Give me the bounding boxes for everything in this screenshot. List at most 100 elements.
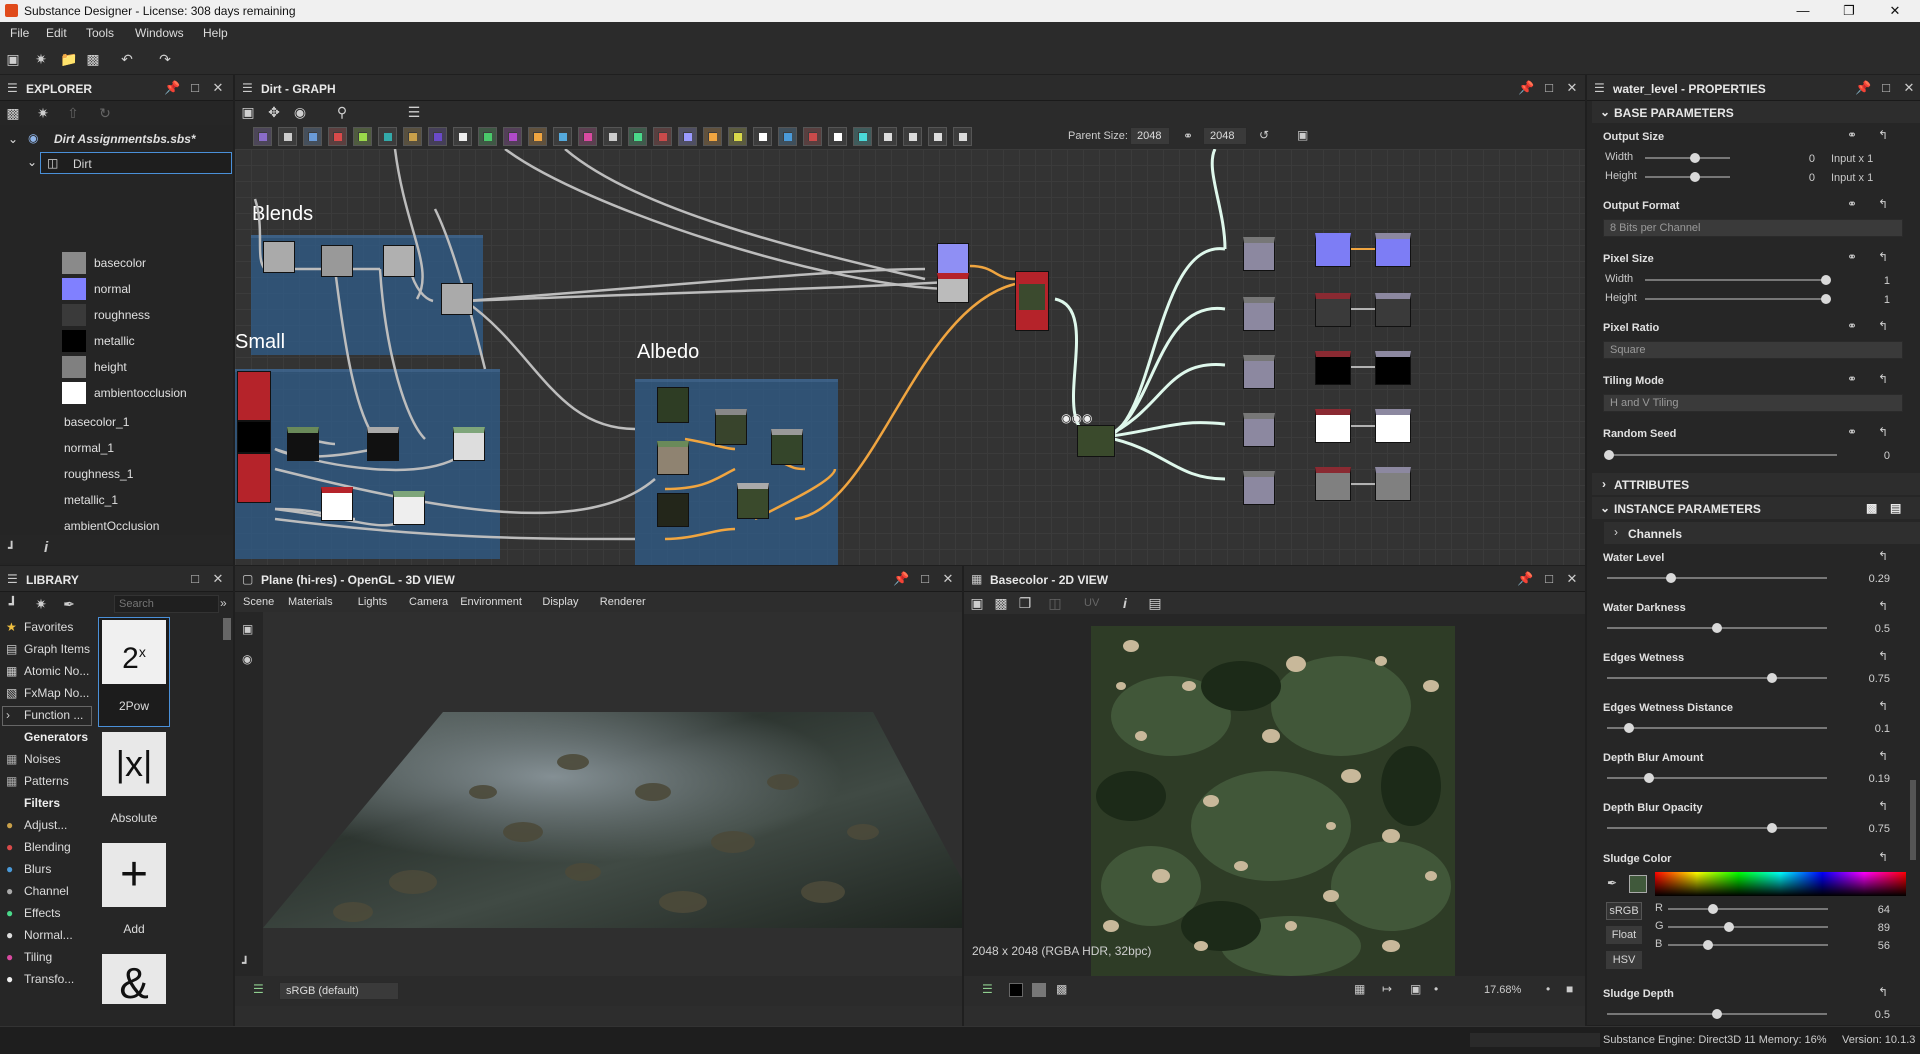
3d-menu-renderer[interactable]: Renderer <box>600 596 646 608</box>
library-group-generators[interactable]: Generators <box>24 730 88 744</box>
float-icon[interactable]: □ <box>917 571 933 587</box>
float-icon[interactable]: □ <box>187 80 203 96</box>
grid-icon[interactable]: ▦ <box>1354 982 1365 996</box>
graph-node[interactable] <box>937 273 969 303</box>
fit-icon[interactable]: ▣ <box>1410 982 1421 996</box>
new-graph-icon[interactable]: ✷ <box>34 104 52 122</box>
atomic-node-icon[interactable] <box>403 127 422 146</box>
properties-menu-icon[interactable]: ☰ <box>1594 81 1608 95</box>
color-mode-srgb[interactable]: sRGB <box>1606 902 1642 920</box>
graph-node[interactable] <box>321 487 353 521</box>
pin-icon[interactable]: 📌 <box>893 571 909 587</box>
2pow-function-icon[interactable]: 2x <box>102 620 166 684</box>
atomic-node-icon[interactable] <box>878 127 897 146</box>
pin-icon[interactable]: 📌 <box>1518 80 1534 96</box>
menu-tools[interactable]: Tools <box>86 26 114 40</box>
section-base-parameters[interactable]: ⌄ BASE PARAMETERS <box>1592 101 1920 123</box>
atomic-node-icon[interactable] <box>928 127 947 146</box>
atomic-node-icon[interactable] <box>478 127 497 146</box>
atomic-node-icon[interactable] <box>353 127 372 146</box>
input-item-roughness_1[interactable]: roughness_1 <box>64 467 133 481</box>
atomic-node-icon[interactable] <box>728 127 747 146</box>
atomic-node-icon[interactable] <box>653 127 672 146</box>
close-icon[interactable]: ✕ <box>1564 80 1580 96</box>
reset-param-icon[interactable]: ↰ <box>1878 549 1888 563</box>
graph-node[interactable] <box>657 441 689 475</box>
float-toggle[interactable]: Float <box>1606 926 1642 944</box>
link-params-icon[interactable]: ⚭ <box>1847 372 1857 386</box>
graph-node[interactable] <box>237 371 271 421</box>
menu-edit[interactable]: Edit <box>46 26 67 40</box>
library-group-filters[interactable]: Filters <box>24 796 60 810</box>
atomic-node-icon[interactable] <box>603 127 622 146</box>
sludge-depth-slider[interactable] <box>1607 1009 1827 1019</box>
preset-icon[interactable]: ▩ <box>1866 501 1877 515</box>
add-library-icon[interactable]: ✷ <box>32 595 50 613</box>
reset-param-icon[interactable]: ↰ <box>1878 250 1888 264</box>
reset-param-icon[interactable]: ↰ <box>1878 599 1888 613</box>
input-item-ambientocclusion[interactable]: ambientOcclusion <box>64 519 159 533</box>
3d-menu-environment[interactable]: Environment <box>460 596 522 608</box>
new-package-icon[interactable]: ▣ <box>4 50 22 68</box>
redo-icon[interactable]: ↷ <box>156 50 174 68</box>
parent-size-dropdown[interactable]: 2048 <box>1130 127 1170 145</box>
output-item-ambientocclusion[interactable]: ambientocclusion <box>94 386 187 400</box>
atomic-node-icon[interactable] <box>778 127 797 146</box>
reset-param-icon[interactable]: ↰ <box>1878 799 1888 813</box>
close-icon[interactable]: ✕ <box>210 571 226 587</box>
atomic-node-icon[interactable] <box>378 127 397 146</box>
library-item[interactable]: Graph Items <box>24 642 90 656</box>
graph-node[interactable] <box>657 493 689 527</box>
graph-node[interactable] <box>1315 351 1351 385</box>
graph-node[interactable] <box>1315 467 1351 501</box>
layers-icon[interactable]: ☰ <box>253 982 264 996</box>
3d-menu-lights[interactable]: Lights <box>358 596 387 608</box>
input-item-normal_1[interactable]: normal_1 <box>64 441 114 455</box>
graph-node[interactable] <box>1375 409 1411 443</box>
tile-view-icon[interactable]: ▣ <box>968 594 986 612</box>
graph-node[interactable] <box>1375 293 1411 327</box>
atomic-node-icon[interactable] <box>678 127 697 146</box>
float-icon[interactable]: □ <box>187 571 203 587</box>
library-item[interactable]: Patterns <box>24 774 69 788</box>
section-attributes[interactable]: › ATTRIBUTES <box>1592 473 1920 495</box>
atomic-node-icon[interactable] <box>553 127 572 146</box>
tree-icon[interactable]: ┛ <box>8 541 15 555</box>
collapse-arrow-icon[interactable]: ⌄ <box>8 132 18 146</box>
reset-param-icon[interactable]: ↰ <box>1878 699 1888 713</box>
eyedropper-icon[interactable]: ✒ <box>1607 876 1617 890</box>
frame-all-icon[interactable]: ✥ <box>265 103 283 121</box>
sludge-color-swatch[interactable] <box>1629 875 1647 893</box>
link-icon[interactable]: ⚭ <box>1183 129 1193 143</box>
3d-menu-scene[interactable]: Scene <box>243 596 274 608</box>
reset-param-icon[interactable]: ↰ <box>1878 850 1888 864</box>
library-item[interactable]: Channel <box>24 884 69 898</box>
refresh-icon[interactable]: ↻ <box>96 104 114 122</box>
close-icon[interactable]: ✕ <box>940 571 956 587</box>
graph-node[interactable] <box>937 243 969 277</box>
3d-viewport[interactable] <box>263 612 962 976</box>
atomic-node-icon[interactable] <box>328 127 347 146</box>
pin-icon[interactable]: 📌 <box>1855 80 1871 96</box>
randomize-icon[interactable]: ⚭ <box>1847 425 1857 439</box>
3d-menu-materials[interactable]: Materials <box>288 596 333 608</box>
pixel-height-slider[interactable] <box>1645 294 1831 304</box>
reset-param-icon[interactable]: ↰ <box>1878 128 1888 142</box>
graph-node[interactable] <box>1315 293 1351 327</box>
layers-icon[interactable]: ☰ <box>982 982 993 996</box>
ruler-icon[interactable]: ↦ <box>1382 982 1392 996</box>
graph-node[interactable] <box>367 427 399 461</box>
uv-icon[interactable]: ◫ <box>1046 594 1064 612</box>
output-item-normal[interactable]: normal <box>94 282 131 296</box>
menu-file[interactable]: File <box>10 26 29 40</box>
align-icon[interactable]: ☰ <box>405 103 423 121</box>
graph-canvas[interactable]: Blends Small Albedo ◉◉◉ <box>235 149 1585 565</box>
atomic-node-icon[interactable] <box>703 127 722 146</box>
chevron-right-icon[interactable]: » <box>220 596 227 610</box>
info-icon[interactable]: i <box>1116 594 1134 612</box>
reset-param-icon[interactable]: ↰ <box>1878 372 1888 386</box>
graph-node[interactable] <box>1375 351 1411 385</box>
graph-node[interactable] <box>771 429 803 465</box>
library-tree-icon[interactable]: ┛ <box>4 595 22 613</box>
graph-node[interactable] <box>441 283 473 315</box>
